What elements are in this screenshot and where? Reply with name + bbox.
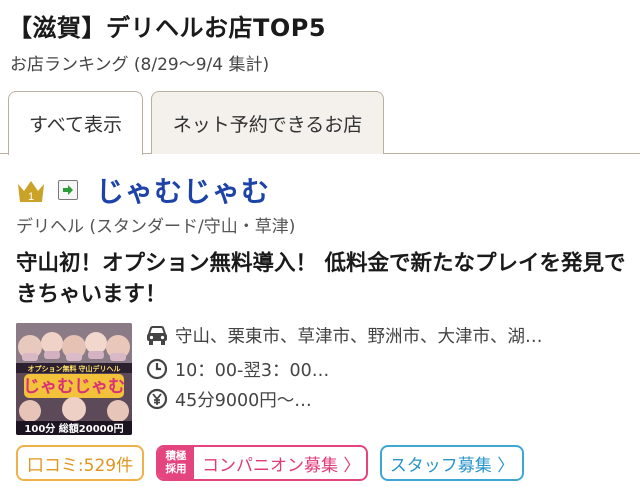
price-text: 45分9000円〜…: [175, 390, 312, 411]
svg-text:オプション無料 守山デリヘル: オプション無料 守山デリヘル: [28, 364, 121, 373]
price: 45分9000円〜…: [145, 386, 312, 412]
shop-name-link[interactable]: じゃむじゃむ: [96, 170, 270, 210]
tab-net-reservation[interactable]: ネット予約できるお店: [151, 91, 384, 154]
link-arrow-icon[interactable]: [58, 180, 78, 200]
yen-icon: [145, 387, 169, 411]
car-icon: [145, 323, 169, 347]
thumbnail-price-text: 100分 総額20000円: [24, 422, 123, 435]
tab-all[interactable]: すべて表示: [8, 91, 143, 155]
shop-catch-copy[interactable]: 守山初！オプション無料導入！ 低料金で新たなプレイを発見できちゃいます！: [16, 248, 626, 310]
business-hours-text: 10：00-翌3：00…: [175, 360, 330, 381]
page-title: 【滋賀】デリヘルお店TOP5: [8, 14, 327, 42]
staff-recruit-button[interactable]: スタッフ募集 〉: [380, 445, 524, 481]
svg-text:じゃむじゃむ: じゃむじゃむ: [23, 377, 125, 397]
active-hiring-tag: 積極 採用: [158, 447, 194, 479]
business-hours: 10：00-翌3：00…: [145, 356, 329, 382]
review-count-button[interactable]: 口コミ:529件: [16, 445, 144, 481]
shop-thumbnail[interactable]: オプション無料 守山デリヘル じゃむじゃむ 100分 総額20000円: [16, 323, 132, 435]
rank-number: 1: [28, 191, 34, 203]
shop-genre: デリヘル (スタンダード/守山・草津): [16, 217, 296, 237]
clock-icon: [145, 357, 169, 381]
service-area-text: 守山、栗東市、草津市、野洲市、大津市、湖…: [175, 326, 543, 347]
rank-crown-icon: 1: [16, 178, 46, 204]
companion-recruit-button[interactable]: 積極 採用 コンパニオン募集 〉: [156, 445, 368, 481]
ranking-period: お店ランキング (8/29〜9/4 集計): [10, 55, 270, 75]
service-area: 守山、栗東市、草津市、野洲市、大津市、湖…: [145, 322, 543, 348]
companion-recruit-label: コンパニオン募集 〉: [202, 455, 361, 476]
